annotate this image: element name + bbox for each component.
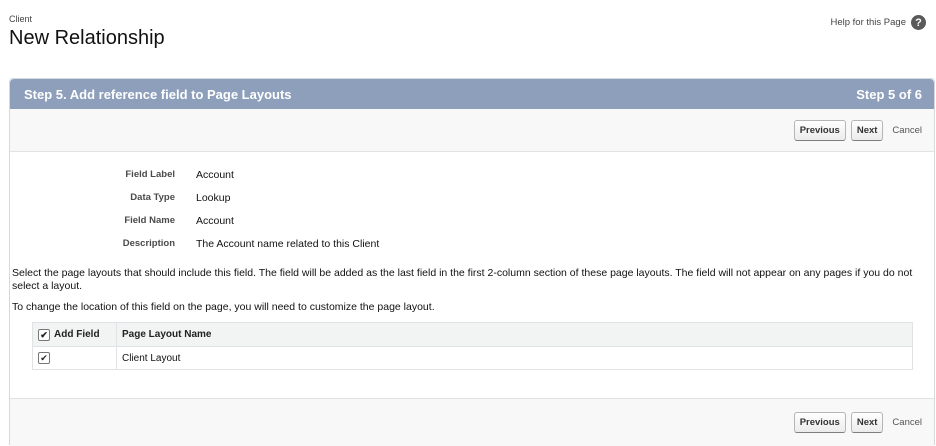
add-field-header-label: Add Field (54, 329, 100, 340)
instructions: Select the page layouts that should incl… (10, 267, 934, 314)
detail-value: Account (196, 214, 234, 227)
detail-label: Description (122, 238, 175, 249)
select-all-checkbox[interactable]: ✔ (38, 328, 50, 341)
detail-row-data-type: Data Type Lookup (10, 186, 934, 209)
table-row: ✔ Client Layout (32, 346, 913, 370)
detail-label: Field Label (125, 169, 175, 180)
layout-name-cell: Client Layout (122, 352, 181, 364)
table-header-row: ✔ Add Field Page Layout Name (32, 322, 913, 347)
add-field-header: ✔ Add Field (32, 322, 117, 347)
previous-button[interactable]: Previous (793, 412, 846, 433)
detail-value: Account (196, 168, 234, 181)
add-field-cell: ✔ (32, 346, 117, 370)
step-header: Step 5. Add reference field to Page Layo… (10, 79, 934, 109)
detail-value: The Account name related to this Client (196, 237, 380, 250)
previous-button[interactable]: Previous (793, 119, 846, 141)
cancel-link[interactable]: Cancel (892, 417, 922, 428)
page-header: Client New Relationship (9, 14, 165, 50)
object-label: Client (9, 14, 33, 24)
field-details: Field Label Account Data Type Lookup Fie… (10, 163, 934, 255)
cancel-link[interactable]: Cancel (892, 125, 922, 136)
layout-name-header: Page Layout Name (116, 322, 913, 347)
detail-row-field-label: Field Label Account (10, 163, 934, 186)
bottom-button-row: Previous Next Cancel (10, 398, 934, 446)
instructions-customize: To change the location of this field on … (12, 301, 435, 313)
top-button-row: Previous Next Cancel (10, 109, 934, 152)
help-link[interactable]: Help for this Page ? (830, 15, 926, 30)
detail-label: Data Type (130, 192, 175, 203)
next-button[interactable]: Next (850, 119, 884, 141)
step-counter: Step 5 of 6 (856, 86, 922, 102)
detail-label: Field Name (124, 215, 175, 226)
page-layout-table: ✔ Add Field Page Layout Name ✔ Client La… (32, 322, 913, 370)
next-button[interactable]: Next (850, 412, 884, 433)
wizard-panel: Step 5. Add reference field to Page Layo… (9, 78, 935, 446)
detail-row-field-name: Field Name Account (10, 209, 934, 232)
question-mark-icon[interactable]: ? (911, 15, 926, 30)
step-title: Step 5. Add reference field to Page Layo… (24, 86, 292, 102)
detail-value: Lookup (196, 191, 231, 204)
add-field-checkbox[interactable]: ✔ (38, 352, 50, 364)
instructions-select-layouts: Select the page layouts that should incl… (12, 267, 913, 292)
detail-row-description: Description The Account name related to … (10, 232, 934, 255)
page-title: New Relationship (9, 27, 165, 49)
help-link-label[interactable]: Help for this Page (830, 17, 906, 28)
